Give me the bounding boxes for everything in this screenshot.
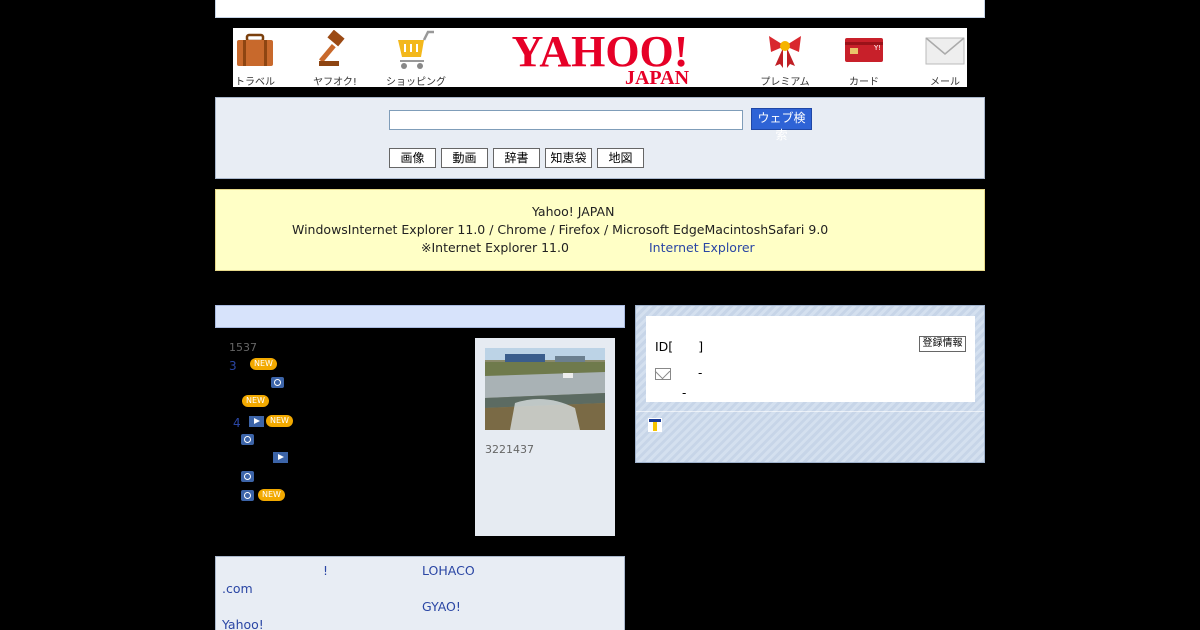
masthead-shopping-label: ショッピング: [386, 77, 446, 88]
login-divider: [636, 411, 984, 412]
mail-icon[interactable]: [655, 368, 671, 380]
masthead-auction-label: ヤフオク!: [313, 77, 357, 88]
news-list: 1537 3 NEW NEW 4 NEW NEW: [215, 330, 470, 530]
masthead-premium[interactable]: プレミアム: [757, 28, 813, 88]
masthead-travel-label: トラベル: [235, 77, 275, 88]
suitcase-icon: [233, 30, 277, 70]
notice-title: Yahoo! JAPAN: [532, 204, 615, 219]
t-point-icon[interactable]: [648, 418, 662, 432]
top-utility-bar: [215, 0, 985, 18]
new-badge: NEW: [258, 489, 285, 501]
login-panel: ID[ ] 登録情報 - -: [635, 305, 985, 463]
news-photo[interactable]: [485, 348, 605, 430]
new-badge: NEW: [250, 358, 277, 370]
news-tab-bar[interactable]: [215, 305, 625, 328]
credit-card-icon: Y!: [842, 30, 886, 70]
notice-supported-browsers: WindowsInternet Explorer 11.0 / Chrome /…: [292, 222, 829, 237]
news-rank-3: 3: [229, 359, 237, 373]
registration-info-button[interactable]: 登録情報: [919, 336, 966, 352]
camera-icon: [271, 377, 284, 388]
yahoo-japan-logo[interactable]: YAHOO! JAPAN: [491, 27, 709, 89]
search-panel: ウェブ検索 画像 動画 辞書 知恵袋 地図: [215, 97, 985, 179]
news-count: 1537: [229, 341, 257, 354]
login-inner: ID[ ] 登録情報 - -: [646, 316, 975, 402]
notice-ie-note: ※Internet Explorer 11.0: [421, 240, 569, 255]
web-search-button[interactable]: ウェブ検索: [751, 108, 812, 142]
search-input[interactable]: [389, 110, 743, 130]
camera-icon: [241, 471, 254, 482]
auction-gavel-icon: [313, 29, 357, 70]
new-badge: NEW: [266, 415, 293, 427]
masthead-mail-label: メール: [930, 77, 960, 88]
search-tab-dictionary[interactable]: 辞書: [493, 148, 540, 168]
promo-exclaim-link[interactable]: !: [323, 563, 328, 578]
news-rank-4: 4: [233, 416, 241, 430]
masthead-mail[interactable]: メール: [917, 28, 973, 88]
masthead-shopping[interactable]: ショッピング: [386, 28, 446, 88]
mail-count: -: [698, 366, 703, 380]
video-icon: [273, 452, 288, 463]
masthead-card[interactable]: Y! カード: [836, 28, 892, 88]
browser-support-notice: Yahoo! JAPAN WindowsInternet Explorer 11…: [215, 189, 985, 271]
search-tab-chiebukuro[interactable]: 知恵袋: [545, 148, 592, 168]
camera-icon: [241, 434, 254, 445]
promo-lohaco-link[interactable]: LOHACO: [422, 563, 475, 578]
video-icon: [249, 416, 264, 427]
mail-envelope-icon: [923, 30, 967, 70]
news-photo-caption: 3221437: [485, 443, 534, 456]
promo-gyao-link[interactable]: GYAO!: [422, 599, 461, 614]
search-tab-images[interactable]: 画像: [389, 148, 436, 168]
notice-ie-link[interactable]: Internet Explorer: [649, 240, 755, 255]
svg-text:Y!: Y!: [873, 44, 881, 52]
search-tab-video[interactable]: 動画: [441, 148, 488, 168]
service-promo-box: ! LOHACO .com GYAO! Yahoo!: [215, 556, 625, 630]
masthead-card-label: カード: [849, 77, 879, 88]
masthead: トラベル ヤフオク! ショッピング YAHOO! JAPAN プレミアム Y! …: [233, 27, 967, 89]
masthead-travel[interactable]: トラベル: [227, 28, 283, 88]
new-badge: NEW: [242, 395, 269, 407]
premium-ribbon-icon: [763, 30, 807, 70]
shopping-cart-icon: [392, 30, 436, 70]
promo-yahoo-link[interactable]: Yahoo!: [222, 617, 264, 630]
user-id-label: ID[ ]: [655, 339, 704, 354]
masthead-premium-label: プレミアム: [760, 77, 810, 88]
logo-sub-text: JAPAN: [625, 67, 690, 87]
promo-dotcom-link[interactable]: .com: [222, 581, 253, 596]
search-tab-map[interactable]: 地図: [597, 148, 644, 168]
masthead-auction[interactable]: ヤフオク!: [307, 28, 363, 88]
secondary-count: -: [682, 386, 687, 400]
camera-icon: [241, 490, 254, 501]
news-photo-card[interactable]: 3221437: [475, 338, 615, 536]
